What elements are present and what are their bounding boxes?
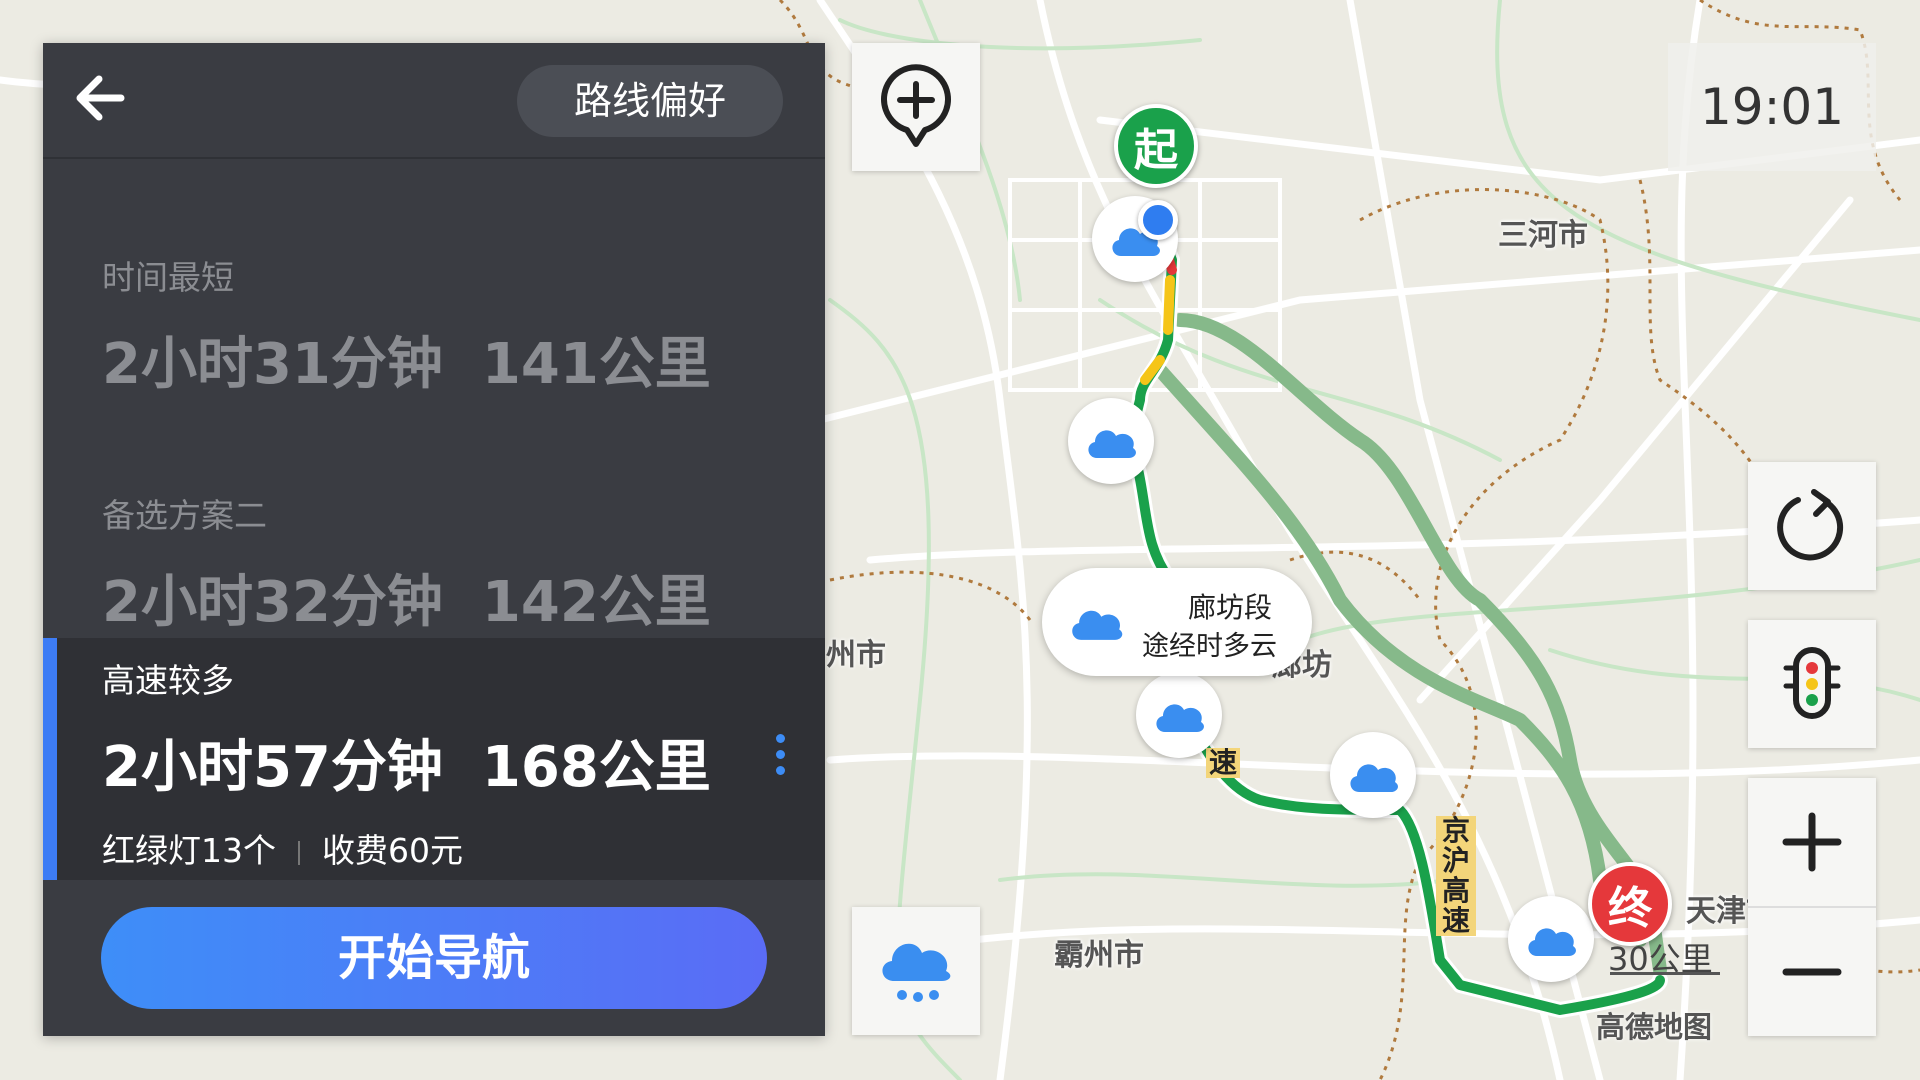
route-option-3-selected[interactable]: 高速较多 2小时57分钟 168公里 红绿灯13个 收费60元 [43, 638, 825, 880]
refresh-route-button[interactable] [1748, 462, 1876, 590]
back-button[interactable] [63, 63, 143, 133]
cloud-icon [1072, 610, 1123, 640]
road-label-gaosu: 速 [1206, 748, 1241, 778]
meta-divider [298, 840, 300, 865]
traffic-toggle-button[interactable] [1748, 620, 1876, 748]
route-panel-header: 路线偏好 [43, 43, 825, 159]
route-tag: 高速较多 [102, 661, 234, 700]
traffic-light-count: 红绿灯13个 [102, 831, 276, 870]
route-distance: 168公里 [481, 735, 711, 800]
weather-card-title: 廊坊段 [1188, 591, 1273, 624]
traffic-light-icon [1783, 647, 1841, 719]
map-label-bazhou: 霸州市 [1054, 938, 1144, 973]
route-duration: 2小时57分钟 [102, 735, 443, 800]
route-summary: 2小时31分钟 141公里 [102, 319, 711, 400]
route-summary: 2小时32分钟 142公里 [102, 557, 711, 638]
weather-bubble-5[interactable] [1508, 896, 1594, 982]
weather-bubble-2[interactable] [1068, 398, 1154, 484]
map-label-sanhe: 三河市 [1498, 218, 1588, 253]
route-option-2[interactable]: 备选方案二 2小时32分钟 142公里 [43, 397, 825, 637]
route-meta: 红绿灯13个 收费60元 [102, 824, 463, 872]
zoom-out-icon [1782, 968, 1842, 976]
start-marker[interactable]: 起 [1114, 104, 1198, 188]
start-navigation-button[interactable]: 开始导航 [101, 907, 767, 1009]
zoom-control [1748, 778, 1876, 1036]
toll-cost: 收费60元 [322, 831, 463, 870]
cloud-icon [1528, 928, 1576, 956]
route-preference-button[interactable]: 路线偏好 [517, 65, 783, 137]
zoom-in-icon [1782, 812, 1842, 872]
current-location-dot [1138, 200, 1178, 240]
route-summary: 2小时57分钟 168公里 [102, 722, 711, 803]
cloud-icon [1350, 764, 1398, 792]
route-option-1[interactable]: 时间最短 2小时31分钟 141公里 [43, 159, 825, 397]
map-provider-logo: 高德地图 [1596, 1010, 1713, 1044]
map-scale-bar [1610, 972, 1720, 975]
route-duration: 2小时31分钟 [102, 332, 443, 397]
route-tag: 备选方案二 [102, 496, 267, 535]
route-distance: 141公里 [481, 332, 711, 397]
zoom-in-button[interactable] [1748, 778, 1876, 908]
route-distance: 142公里 [481, 570, 711, 635]
cloud-icon [1156, 704, 1204, 732]
route-duration: 2小时32分钟 [102, 570, 443, 635]
weather-cloud-icon [882, 943, 951, 1002]
weather-card-text: 途经时多云 [1142, 631, 1277, 662]
back-arrow-icon [76, 75, 125, 121]
road-label-jinghu: 京沪高速 [1436, 816, 1476, 936]
weather-button[interactable] [852, 907, 980, 1035]
cloud-icon [1088, 430, 1136, 458]
weather-bubble-3[interactable] [1136, 672, 1222, 758]
route-panel: 路线偏好 时间最短 2小时31分钟 141公里 备选方案二 2小时32分钟 14… [43, 43, 825, 1036]
zoom-out-button[interactable] [1748, 908, 1876, 1036]
add-location-button[interactable] [852, 43, 980, 171]
map-label-zhuozhou: 州市 [826, 638, 886, 673]
road-label-jinghu-text: 京沪高速 [1441, 814, 1470, 937]
add-location-icon [881, 64, 951, 147]
selected-indicator [43, 638, 57, 880]
refresh-icon [1777, 489, 1844, 561]
route-tag: 时间最短 [102, 258, 234, 297]
weather-card-langfang[interactable]: 廊坊段 途经时多云 [1042, 568, 1312, 676]
route-details-button[interactable] [773, 734, 787, 784]
weather-bubble-4[interactable] [1330, 732, 1416, 818]
clock: 19:01 [1668, 43, 1876, 171]
